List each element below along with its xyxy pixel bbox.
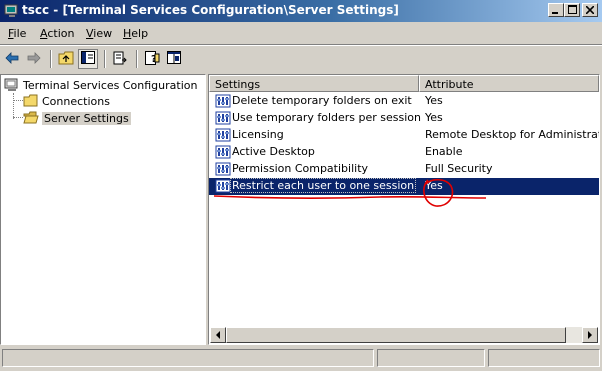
back-button[interactable]: [2, 49, 22, 69]
up-folder-icon: [58, 51, 74, 68]
forward-arrow-icon: [27, 51, 41, 67]
toolbar-separator: [104, 50, 106, 68]
setting-icon: [215, 161, 231, 177]
maximize-icon: [567, 3, 577, 17]
properties-icon: [167, 51, 181, 67]
setting-icon: [215, 93, 231, 109]
minimize-button[interactable]: [548, 3, 564, 17]
scroll-right-button[interactable]: [582, 327, 598, 343]
menu-action[interactable]: Action: [40, 27, 74, 40]
scroll-left-button[interactable]: [210, 327, 226, 343]
status-panel: [488, 349, 600, 367]
back-arrow-icon: [5, 51, 19, 67]
tree-connector: [13, 93, 14, 119]
setting-attribute: Remote Desktop for Administration: [425, 128, 600, 141]
list-row[interactable]: Active Desktop Enable: [209, 144, 599, 161]
toolbar-separator: [50, 50, 52, 68]
setting-icon: [215, 144, 231, 160]
setting-name: Use temporary folders per session: [232, 111, 421, 124]
help-button[interactable]: ?: [142, 49, 162, 69]
tree-connector: [13, 100, 23, 101]
setting-icon: [215, 178, 231, 194]
tree-connections-label: Connections: [42, 94, 110, 108]
tree-server-settings-label: Server Settings: [42, 111, 131, 125]
tree-item-root[interactable]: Terminal Services Configuration: [4, 77, 197, 93]
setting-attribute: Enable: [425, 145, 463, 158]
column-header-attribute[interactable]: Attribute: [419, 75, 599, 92]
toolbar: ?: [0, 46, 602, 72]
title-bar[interactable]: tscc - [Terminal Services Configuration\…: [0, 0, 602, 22]
settings-list[interactable]: Settings Attribute Delete temporary fold…: [208, 74, 600, 345]
open-folder-icon: [23, 111, 39, 125]
setting-icon: [215, 110, 231, 126]
horizontal-scrollbar[interactable]: [210, 327, 598, 343]
menu-help[interactable]: Help: [123, 27, 148, 40]
export-list-button[interactable]: [110, 49, 130, 69]
tree-connector: [13, 117, 23, 118]
setting-attribute: Yes: [425, 94, 443, 107]
tree-item-connections[interactable]: Connections: [23, 93, 110, 109]
forward-button[interactable]: [24, 49, 44, 69]
setting-attribute: Yes: [425, 179, 443, 192]
left-arrow-icon: [215, 329, 221, 342]
setting-name: Active Desktop: [232, 145, 315, 158]
setting-name: Licensing: [232, 128, 284, 141]
close-button[interactable]: [582, 3, 598, 17]
list-row[interactable]: Delete temporary folders on exit Yes: [209, 93, 599, 110]
status-panel: [2, 349, 374, 367]
console-tree[interactable]: Terminal Services Configuration Connecti…: [0, 74, 206, 345]
minimize-icon: [552, 3, 560, 17]
folder-icon: [23, 94, 39, 108]
close-icon: [585, 3, 595, 17]
list-row-selected[interactable]: Restrict each user to one session Yes: [209, 178, 599, 195]
scroll-thumb[interactable]: [226, 327, 566, 343]
maximize-button[interactable]: [564, 3, 580, 17]
right-arrow-icon: [587, 329, 593, 342]
properties-button[interactable]: [164, 49, 184, 69]
show-hide-tree-button[interactable]: [78, 49, 98, 69]
app-icon: [4, 3, 20, 19]
status-panel: [377, 349, 485, 367]
list-header: Settings Attribute: [209, 75, 599, 92]
column-header-settings[interactable]: Settings: [209, 75, 419, 92]
setting-attribute: Yes: [425, 111, 443, 124]
setting-name: Delete temporary folders on exit: [232, 94, 412, 107]
setting-icon: [215, 127, 231, 143]
tree-root-label: Terminal Services Configuration: [23, 78, 198, 92]
menu-bar: File Action View Help: [0, 24, 602, 44]
list-row[interactable]: Use temporary folders per session Yes: [209, 110, 599, 127]
export-list-icon: [113, 51, 127, 68]
status-bar: [0, 347, 602, 371]
help-icon: ?: [144, 50, 160, 68]
terminal-services-icon: [4, 77, 20, 93]
list-row[interactable]: Permission Compatibility Full Security: [209, 161, 599, 178]
window-title: tscc - [Terminal Services Configuration\…: [22, 3, 399, 17]
show-hide-tree-icon: [81, 51, 95, 67]
toolbar-separator: [136, 50, 138, 68]
menu-view[interactable]: View: [86, 27, 112, 40]
list-row[interactable]: Licensing Remote Desktop for Administrat…: [209, 127, 599, 144]
setting-attribute: Full Security: [425, 162, 493, 175]
setting-name: Restrict each user to one session: [229, 178, 417, 193]
setting-name: Permission Compatibility: [232, 162, 369, 175]
up-one-level-button[interactable]: [56, 49, 76, 69]
tree-item-server-settings[interactable]: Server Settings: [23, 110, 131, 126]
menu-file[interactable]: File: [8, 27, 26, 40]
